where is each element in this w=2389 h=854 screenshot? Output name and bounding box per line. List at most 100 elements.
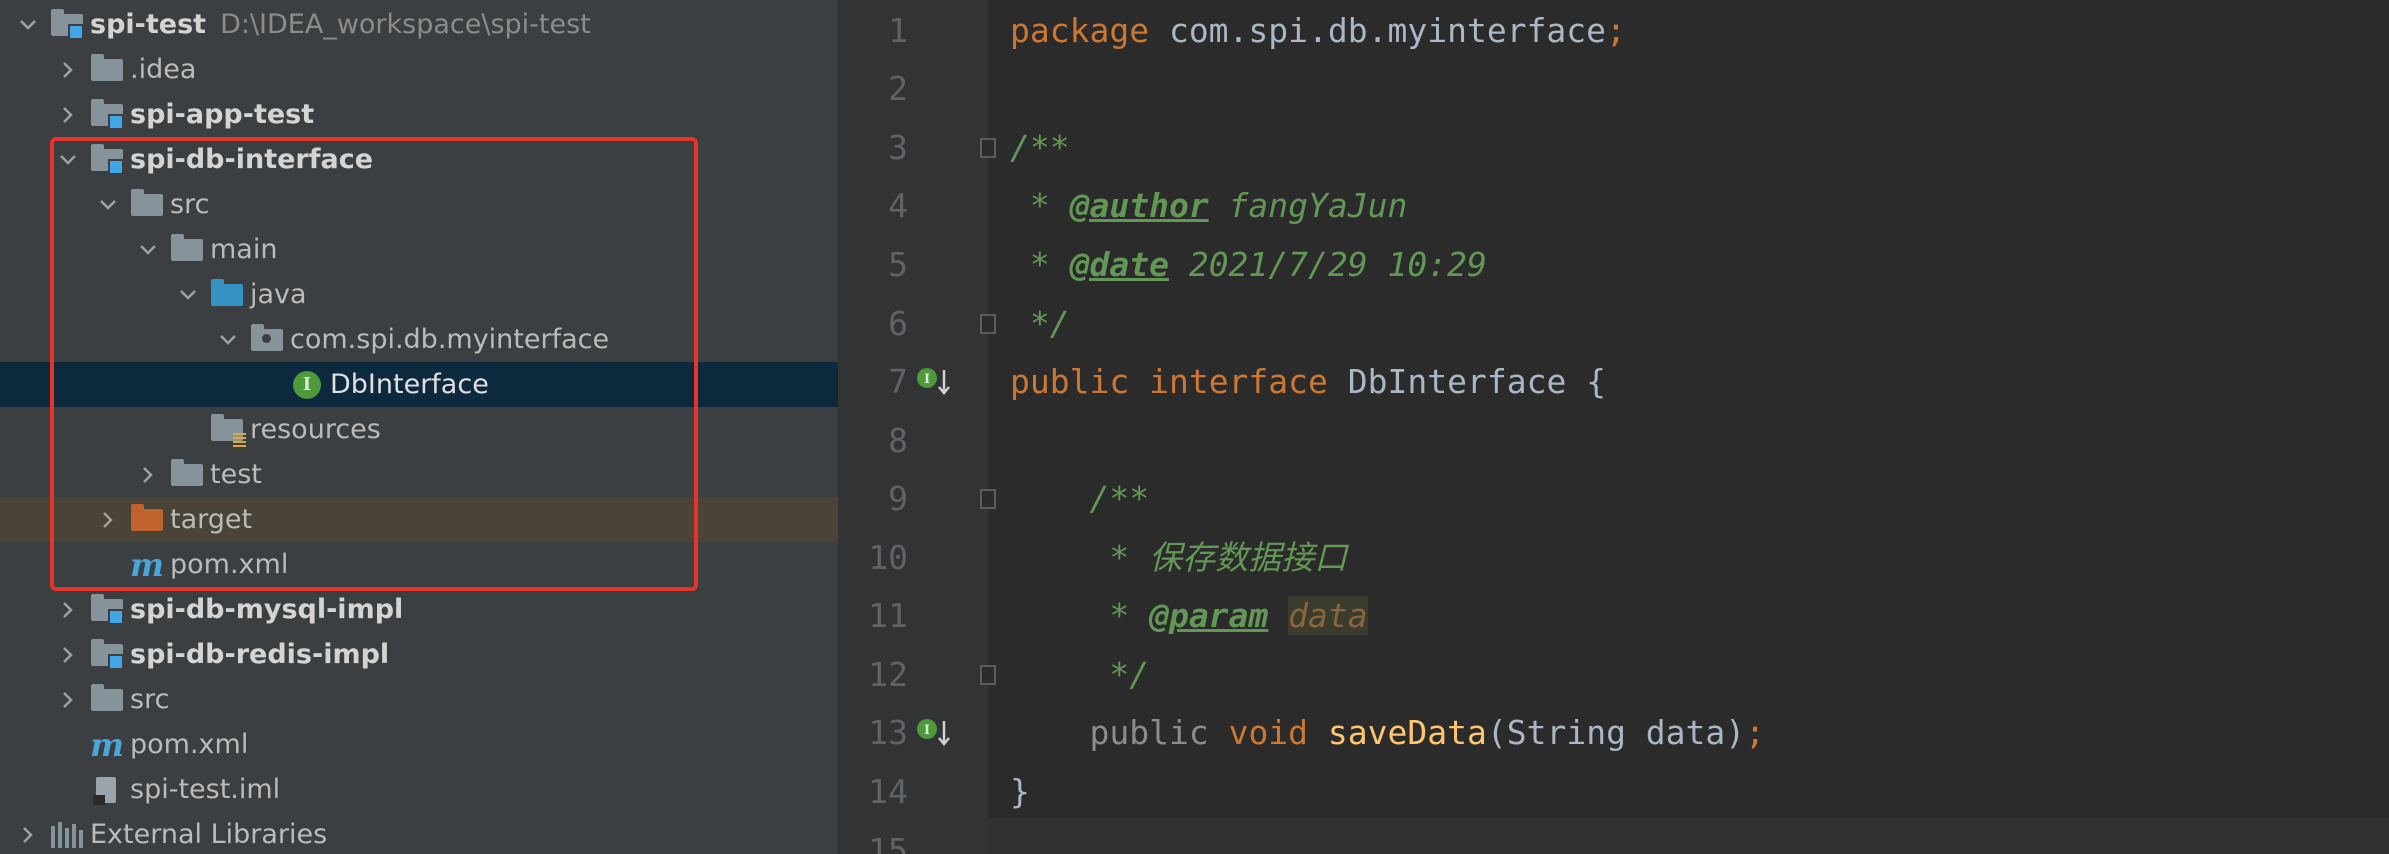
svg-text:I: I xyxy=(924,723,930,738)
line-number: 8 xyxy=(888,421,908,460)
tree-item-target[interactable]: target xyxy=(0,497,838,542)
tree-item-label: .idea xyxy=(130,54,197,85)
comment xyxy=(1268,596,1288,635)
code-line-14[interactable]: } xyxy=(1010,763,1030,821)
code-line-3[interactable]: /** xyxy=(1010,119,1070,177)
maven-icon: m xyxy=(130,545,164,584)
fold-expand-icon[interactable] xyxy=(980,665,996,685)
tree-item-dbinterface[interactable]: I DbInterface xyxy=(0,362,838,407)
code-line-4[interactable]: * @author fangYaJun xyxy=(1010,177,1408,235)
tree-item-spi-db-mysql-impl[interactable]: spi-db-mysql-impl xyxy=(0,587,838,632)
tree-item-label: pom.xml xyxy=(170,549,289,580)
line-number: 5 xyxy=(888,245,908,284)
tree-item-root-src[interactable]: src xyxy=(0,677,838,722)
chevron-right-icon[interactable] xyxy=(14,821,42,849)
code-line-9[interactable]: /** xyxy=(1010,470,1149,528)
code-line-7[interactable]: public interface DbInterface { xyxy=(1010,353,1606,411)
code-line-11[interactable]: * @param data xyxy=(1010,587,1368,645)
line-number: 10 xyxy=(868,538,908,577)
tree-item-java[interactable]: java xyxy=(0,272,838,317)
svg-text:I: I xyxy=(924,372,930,387)
comment: * xyxy=(1010,245,1070,284)
chevron-down-icon[interactable] xyxy=(174,281,202,309)
implemented-gutter-icon[interactable]: I xyxy=(916,366,950,395)
tree-item-idea[interactable]: .idea xyxy=(0,47,838,92)
implemented-gutter-icon[interactable]: I xyxy=(916,717,950,746)
package-icon xyxy=(250,323,284,357)
code-line-12[interactable]: */ xyxy=(1010,646,1149,704)
tree-item-spi-test[interactable]: spi-test D:\IDEA_workspace\spi-test xyxy=(0,2,838,47)
code-editor[interactable]: 1 2 3 4 5 6 7 8 9 10 11 12 13 14 15 I I xyxy=(838,0,2389,854)
chevron-right-icon[interactable] xyxy=(54,101,82,129)
current-line-highlight xyxy=(988,818,2389,854)
tree-item-label: spi-app-test xyxy=(130,99,315,130)
line-number: 15 xyxy=(868,831,908,854)
chevron-right-icon[interactable] xyxy=(54,641,82,669)
fold-expand-icon[interactable] xyxy=(980,314,996,334)
code-line-5[interactable]: * @date 2021/7/29 10:29 xyxy=(1010,236,1487,294)
iml-file-icon xyxy=(90,773,124,807)
tree-item-label: target xyxy=(170,504,253,535)
chevron-right-icon[interactable] xyxy=(54,56,82,84)
line-number: 12 xyxy=(868,655,908,694)
line-number: 6 xyxy=(888,304,908,343)
tree-item-label: java xyxy=(250,279,307,310)
keyword: void xyxy=(1208,713,1309,752)
fold-collapse-icon[interactable] xyxy=(980,138,996,158)
tree-item-label: test xyxy=(210,459,262,490)
chevron-down-icon[interactable] xyxy=(214,326,242,354)
tree-item-label: src xyxy=(170,189,210,220)
resources-folder-icon xyxy=(210,413,246,447)
chevron-right-icon[interactable] xyxy=(54,686,82,714)
chevron-right-icon[interactable] xyxy=(54,596,82,624)
tree-item-spi-app-test[interactable]: spi-app-test xyxy=(0,92,838,137)
tree-item-label: spi-db-interface xyxy=(130,144,374,175)
javadoc-tag: @param xyxy=(1149,596,1269,635)
tree-item-label: spi-test.iml xyxy=(130,774,281,805)
tree-item-external-libraries[interactable]: External Libraries xyxy=(0,812,838,854)
excluded-folder-icon xyxy=(130,503,164,537)
module-folder-icon xyxy=(90,593,124,627)
tree-item-spi-test-iml[interactable]: spi-test.iml xyxy=(0,767,838,812)
module-folder-icon xyxy=(50,8,84,42)
tree-item-spi-db-redis-impl[interactable]: spi-db-redis-impl xyxy=(0,632,838,677)
code-line-13[interactable]: public void saveData(String data); xyxy=(1010,704,1765,762)
code-line-10[interactable]: * 保存数据接口 xyxy=(1010,529,1347,587)
line-number: 3 xyxy=(888,128,908,167)
libraries-icon xyxy=(50,818,84,852)
semicolon: ; xyxy=(1606,11,1626,50)
method-name: saveData xyxy=(1308,713,1487,752)
chevron-right-icon[interactable] xyxy=(134,461,162,489)
folder-icon xyxy=(170,233,204,267)
tree-item-pom-xml[interactable]: m pom.xml xyxy=(0,542,838,587)
fold-collapse-icon[interactable] xyxy=(980,489,996,509)
tree-item-label: main xyxy=(210,234,278,265)
line-number: 2 xyxy=(888,69,908,108)
module-folder-icon xyxy=(90,143,124,177)
line-number: 9 xyxy=(888,479,908,518)
folder-icon xyxy=(130,188,164,222)
editor-gutter: 1 2 3 4 5 6 7 8 9 10 11 12 13 14 15 I I xyxy=(838,0,996,854)
tree-item-test[interactable]: test xyxy=(0,452,838,497)
chevron-down-icon[interactable] xyxy=(14,11,42,39)
line-number: 14 xyxy=(868,772,908,811)
tree-item-label: External Libraries xyxy=(90,819,328,850)
line-number: 11 xyxy=(868,596,908,635)
tree-item-spi-db-interface[interactable]: spi-db-interface xyxy=(0,137,838,182)
chevron-down-icon[interactable] xyxy=(134,236,162,264)
chevron-down-icon[interactable] xyxy=(54,146,82,174)
tree-item-resources[interactable]: resources xyxy=(0,407,838,452)
code-line-1[interactable]: package com.spi.db.myinterface; xyxy=(1010,2,1626,60)
tree-item-root-pom-xml[interactable]: m pom.xml xyxy=(0,722,838,767)
tree-item-src[interactable]: src xyxy=(0,182,838,227)
chevron-right-icon[interactable] xyxy=(94,506,122,534)
tree-item-main[interactable]: main xyxy=(0,227,838,272)
chevron-down-icon[interactable] xyxy=(94,191,122,219)
tree-item-package[interactable]: com.spi.db.myinterface xyxy=(0,317,838,362)
line-number: 4 xyxy=(888,186,908,225)
code-line-6[interactable]: */ xyxy=(1010,295,1070,353)
folder-icon xyxy=(90,53,124,87)
keyword-public: public xyxy=(1089,713,1209,752)
tree-item-label: com.spi.db.myinterface xyxy=(290,324,610,355)
